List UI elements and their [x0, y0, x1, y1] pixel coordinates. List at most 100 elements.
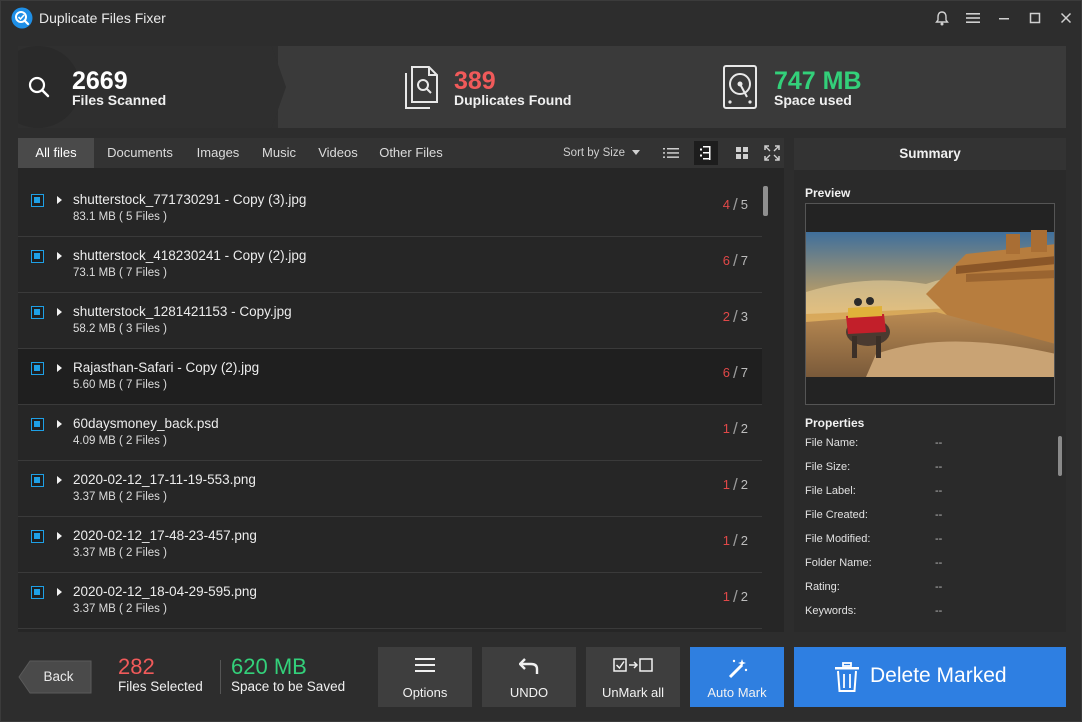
- unmark-label: UnMark all: [601, 685, 665, 700]
- minimize-icon[interactable]: [988, 1, 1019, 35]
- preview-photo: [806, 204, 1054, 404]
- total-number: 7: [740, 365, 748, 380]
- files-selected-count: 282: [118, 654, 155, 679]
- file-group-row[interactable]: 2020-02-12_18-04-29-595.png 3.37 MB ( 2 …: [18, 573, 762, 629]
- expand-caret-icon[interactable]: [57, 308, 62, 316]
- undo-button[interactable]: UNDO: [482, 647, 576, 707]
- marked-number: 6: [722, 365, 731, 380]
- file-group-row[interactable]: 60daysmoney_back.psd 4.09 MB ( 2 Files )…: [18, 405, 762, 461]
- chevron-down-icon: [632, 150, 641, 156]
- file-group-row[interactable]: shutterstock_771730291 - Copy (3).jpg 83…: [18, 181, 762, 237]
- file-name: Rajasthan-Safari - Copy (2).jpg: [73, 360, 260, 375]
- property-label: File Name:: [805, 437, 859, 449]
- file-group-row-selected[interactable]: Rajasthan-Safari - Copy (2).jpg 5.60 MB …: [18, 349, 762, 405]
- file-name: 2020-02-12_18-04-29-595.png: [73, 584, 257, 599]
- marked-number: 1: [722, 533, 731, 548]
- unmark-icon: [586, 657, 680, 673]
- total-number: 2: [740, 421, 748, 436]
- sort-dropdown[interactable]: Sort by Size: [563, 138, 641, 168]
- list-view-icon[interactable]: [659, 141, 683, 165]
- expand-caret-icon[interactable]: [57, 252, 62, 260]
- file-group-count: ( 2 Files ): [119, 603, 167, 615]
- row-checkbox[interactable]: [31, 306, 44, 319]
- row-checkbox[interactable]: [31, 530, 44, 543]
- list-scrollbar[interactable]: [763, 186, 768, 216]
- bell-icon[interactable]: [926, 1, 957, 35]
- preview-image: [805, 203, 1055, 405]
- delete-marked-label: Delete Marked: [870, 664, 1007, 687]
- tab-other-files[interactable]: Other Files: [373, 138, 449, 168]
- expand-caret-icon[interactable]: [57, 196, 62, 204]
- expand-caret-icon[interactable]: [57, 420, 62, 428]
- file-meta: 58.2 MB ( 3 Files ): [73, 323, 167, 335]
- property-value: --: [935, 485, 943, 497]
- marked-count: 2/3: [722, 307, 748, 326]
- app-title: Duplicate Files Fixer: [39, 10, 166, 26]
- close-icon[interactable]: [1050, 1, 1081, 35]
- auto-mark-label: Auto Mark: [707, 685, 767, 700]
- expand-caret-icon[interactable]: [57, 364, 62, 372]
- expand-caret-icon[interactable]: [57, 476, 62, 484]
- property-value: --: [935, 605, 943, 617]
- hard-drive-icon: [723, 65, 757, 109]
- summary-title: Summary: [794, 138, 1066, 170]
- row-checkbox[interactable]: [31, 194, 44, 207]
- duplicate-list-panel: All files Documents Images Music Videos …: [18, 138, 784, 632]
- property-value: --: [935, 533, 943, 545]
- marked-number: 1: [722, 477, 731, 492]
- total-number: 5: [740, 197, 748, 212]
- row-checkbox[interactable]: [31, 418, 44, 431]
- file-size: 83.1 MB: [73, 211, 116, 223]
- options-button[interactable]: Options: [378, 647, 472, 707]
- tab-documents[interactable]: Documents: [98, 138, 182, 168]
- expand-icon[interactable]: [760, 141, 784, 165]
- file-size: 4.09 MB: [73, 435, 116, 447]
- file-group-count: ( 5 Files ): [119, 211, 167, 223]
- tab-videos[interactable]: Videos: [311, 138, 365, 168]
- file-meta: 4.09 MB ( 2 Files ): [73, 435, 167, 447]
- marked-number: 2: [722, 309, 731, 324]
- marked-number: 1: [722, 589, 731, 604]
- property-value: --: [935, 557, 943, 569]
- undo-label: UNDO: [509, 685, 549, 700]
- duplicate-files-icon: [405, 66, 438, 109]
- unmark-all-button[interactable]: UnMark all: [586, 647, 680, 707]
- expand-caret-icon[interactable]: [57, 588, 62, 596]
- preview-label: Preview: [805, 186, 851, 200]
- detail-view-icon[interactable]: [694, 141, 718, 165]
- row-checkbox[interactable]: [31, 362, 44, 375]
- file-group-row[interactable]: shutterstock_418230241 - Copy (2).jpg 73…: [18, 237, 762, 293]
- file-name: shutterstock_1281421153 - Copy.jpg: [73, 304, 292, 319]
- total-number: 3: [740, 309, 748, 324]
- expand-caret-icon[interactable]: [57, 532, 62, 540]
- property-label: Rating:: [805, 581, 840, 593]
- menu-icon[interactable]: [957, 1, 988, 35]
- file-size: 5.60 MB: [73, 379, 116, 391]
- total-number: 2: [740, 589, 748, 604]
- tab-images[interactable]: Images: [188, 138, 248, 168]
- app-window: Duplicate Files Fixer 2669 Files Scanned…: [0, 0, 1082, 722]
- property-label: Folder Name:: [805, 557, 872, 569]
- row-checkbox[interactable]: [31, 586, 44, 599]
- back-button[interactable]: Back: [18, 660, 93, 694]
- summary-panel: Summary Preview Properties File Name: --…: [794, 138, 1066, 632]
- maximize-icon[interactable]: [1019, 1, 1050, 35]
- file-group-row[interactable]: 2020-02-12_17-48-23-457.png 3.37 MB ( 2 …: [18, 517, 762, 573]
- row-checkbox[interactable]: [31, 250, 44, 263]
- grid-view-icon[interactable]: [730, 141, 754, 165]
- property-value: --: [935, 461, 943, 473]
- marked-number: 1: [722, 421, 731, 436]
- tab-all-files[interactable]: All files: [18, 138, 94, 168]
- marked-number: 4: [722, 197, 731, 212]
- marked-count: 1/2: [722, 475, 748, 494]
- file-group-row[interactable]: 2020-02-12_17-11-19-553.png 3.37 MB ( 2 …: [18, 461, 762, 517]
- space-saved-label: Space to be Saved: [231, 679, 346, 694]
- auto-mark-button[interactable]: Auto Mark: [690, 647, 784, 707]
- marked-count: 6/7: [722, 363, 748, 382]
- file-group-row[interactable]: shutterstock_1281421153 - Copy.jpg 58.2 …: [18, 293, 762, 349]
- delete-marked-button[interactable]: Delete Marked: [794, 647, 1066, 707]
- row-checkbox[interactable]: [31, 474, 44, 487]
- tab-music[interactable]: Music: [255, 138, 303, 168]
- properties-scrollbar[interactable]: [1058, 436, 1062, 476]
- window-controls: [926, 1, 1081, 35]
